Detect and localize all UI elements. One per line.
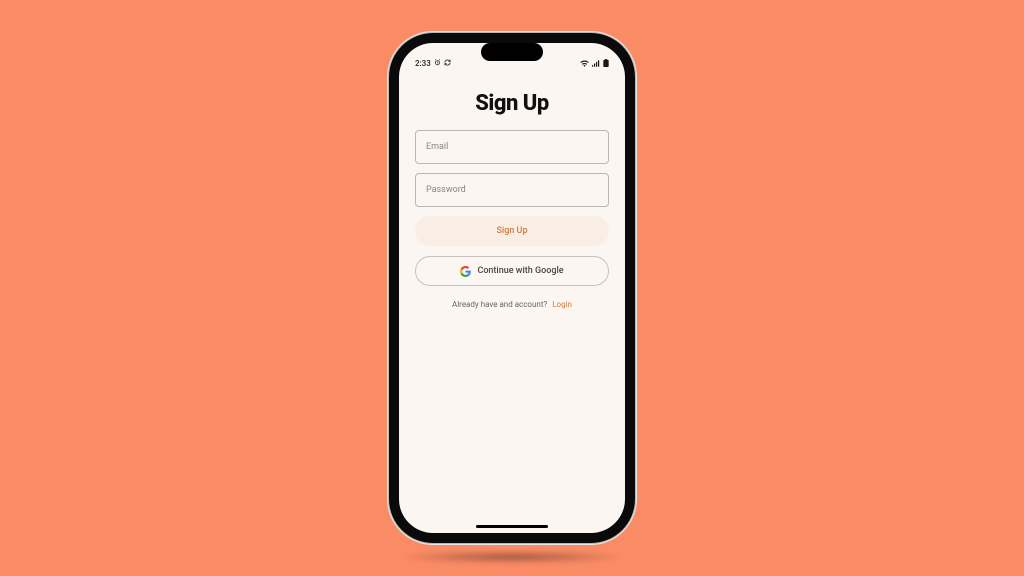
- email-field[interactable]: [415, 130, 609, 164]
- phone-screen: 2:33 Sign Up: [399, 43, 625, 533]
- battery-icon: [603, 59, 609, 67]
- page-title: Sign Up: [475, 91, 549, 116]
- password-field[interactable]: [415, 173, 609, 207]
- signup-form: Sign Up Sign Up Continue with Google Alr…: [399, 73, 625, 533]
- phone-shadow: [397, 550, 627, 564]
- sync-icon: [444, 59, 451, 68]
- google-button-label: Continue with Google: [477, 266, 563, 276]
- status-left: 2:33: [415, 59, 451, 68]
- wifi-icon: [580, 60, 589, 67]
- signal-icon: [592, 60, 600, 67]
- status-time: 2:33: [415, 59, 431, 68]
- status-right: [580, 59, 609, 67]
- login-prompt-row: Already have and account? Login: [452, 300, 572, 309]
- alarm-icon: [434, 59, 441, 68]
- google-icon: [460, 266, 471, 277]
- phone-frame: 2:33 Sign Up: [389, 33, 635, 543]
- login-link[interactable]: Login: [552, 300, 572, 309]
- signup-button[interactable]: Sign Up: [415, 216, 609, 246]
- google-signin-button[interactable]: Continue with Google: [415, 256, 609, 286]
- home-indicator[interactable]: [476, 525, 548, 528]
- dynamic-island: [481, 43, 543, 61]
- login-prompt-text: Already have and account?: [452, 300, 547, 309]
